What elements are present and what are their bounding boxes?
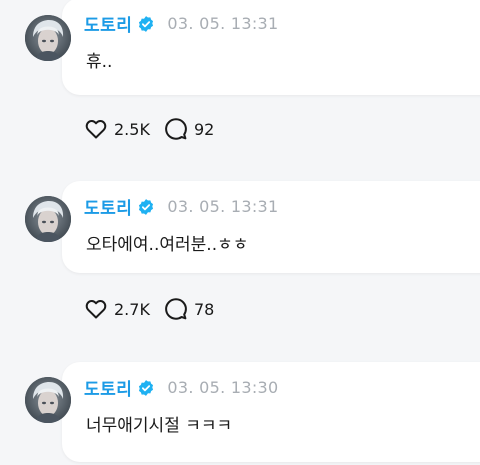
like-button[interactable]: 2.7K [84,297,150,321]
post-header: 도토리 03. 05. 13:31 [84,194,279,219]
timestamp: 03. 05. 13:30 [167,378,279,397]
timestamp: 03. 05. 13:31 [167,14,279,33]
verified-badge-icon [137,379,155,397]
comment-count: 78 [193,299,215,319]
comment-count: 92 [193,119,215,139]
post-header: 도토리 03. 05. 13:31 [84,11,279,36]
avatar[interactable] [25,377,71,423]
verified-badge-icon [137,198,155,216]
timestamp: 03. 05. 13:31 [167,197,279,216]
avatar[interactable] [25,196,71,242]
post-header: 도토리 03. 05. 13:30 [84,375,279,400]
message-text: 오타에여..여러분..ㅎㅎ [86,235,249,255]
message-text: 휴.. [86,52,113,72]
heart-icon [84,117,108,141]
message-bubble[interactable]: 도토리 03. 05. 13:30 너무애기시절 ㅋㅋㅋ [62,362,480,462]
verified-badge-icon [137,15,155,33]
comment-bubble-icon [164,297,188,321]
like-button[interactable]: 2.5K [84,117,150,141]
author-name[interactable]: 도토리 [84,194,132,219]
heart-icon [84,297,108,321]
message-bubble[interactable]: 도토리 03. 05. 13:31 휴.. [62,0,480,95]
comment-button[interactable]: 92 [164,117,214,141]
comment-button[interactable]: 78 [164,297,214,321]
post-actions: 2.5K 92 [84,115,214,143]
like-count: 2.5K [114,119,150,139]
avatar[interactable] [25,15,71,61]
author-name[interactable]: 도토리 [84,375,132,400]
comment-bubble-icon [164,117,188,141]
author-name[interactable]: 도토리 [84,11,132,36]
like-count: 2.7K [114,299,150,319]
message-bubble[interactable]: 도토리 03. 05. 13:31 오타에여..여러분..ㅎㅎ [62,181,480,273]
post-actions: 2.7K 78 [84,295,214,323]
message-text: 너무애기시절 ㅋㅋㅋ [86,416,233,436]
